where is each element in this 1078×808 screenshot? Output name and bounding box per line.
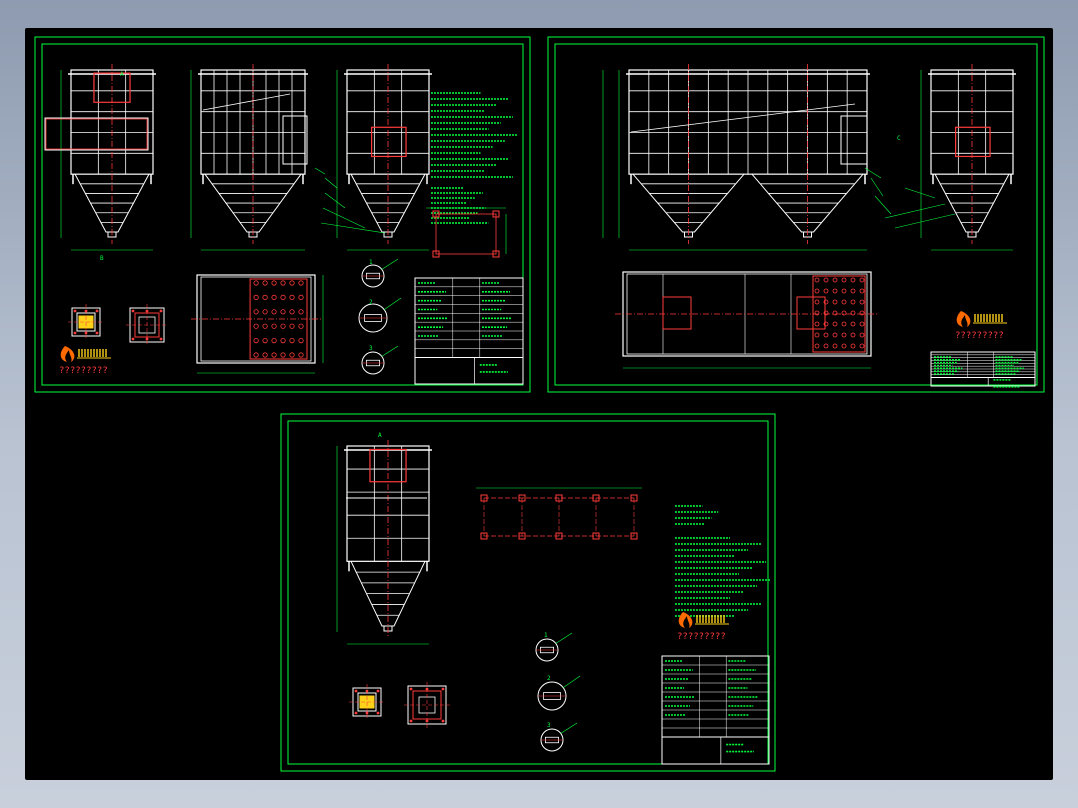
logo-caption: ????????? (677, 632, 726, 642)
circle-detail (361, 345, 399, 375)
circle-detail (535, 632, 573, 662)
section-marker: B (100, 255, 104, 262)
section-marker: 1 (369, 259, 373, 266)
drawing-sheet-2: ????????? C (547, 36, 1045, 393)
section-marker: 2 (369, 299, 373, 306)
collector-plan-long (615, 271, 879, 369)
company-logo: ????????? (955, 311, 1007, 341)
title-block (661, 655, 770, 765)
collector-elevation (190, 64, 308, 251)
logo-caption: ????????? (59, 366, 108, 376)
circle-detail (358, 297, 402, 333)
foundation-plan (426, 207, 507, 258)
collector-elevation (336, 64, 432, 251)
section-marker: A (120, 71, 124, 78)
drawing-sheet-1: ????????? A B 1 2 3 (34, 36, 531, 393)
collector-elevation (336, 440, 432, 645)
company-logo: ????????? (59, 346, 111, 376)
flame-icon (678, 612, 693, 628)
title-block (930, 351, 1036, 388)
section-marker: A (378, 432, 382, 439)
drawing-sheet-3: ????????? A 1 2 3 (280, 413, 776, 772)
collector-elevation (618, 64, 870, 251)
foundation-plan (476, 487, 642, 540)
detail-section (404, 682, 450, 728)
section-marker: C (897, 135, 901, 142)
circle-detail (537, 675, 581, 711)
collector-plan (191, 274, 324, 374)
collector-elevation (920, 64, 1016, 251)
detail-section (349, 684, 385, 720)
company-logo: ????????? (677, 612, 729, 642)
detail-section (68, 304, 104, 340)
section-marker: 1 (544, 632, 548, 639)
cad-canvas[interactable]: ????????? A B 1 2 3 ????????? C ????????? A 1 2 3 (25, 28, 1053, 780)
section-marker: 3 (369, 345, 373, 352)
collector-elevation (60, 64, 156, 251)
section-marker: 3 (547, 722, 551, 729)
circle-detail (361, 258, 399, 288)
title-block (414, 277, 524, 385)
section-marker: 2 (547, 675, 551, 682)
flame-icon (60, 346, 75, 362)
cad-drawing-viewport[interactable]: ????????? A B 1 2 3 ????????? C ????????? A 1 2 3 (25, 28, 1053, 780)
detail-section (126, 304, 168, 346)
logo-caption: ????????? (955, 331, 1004, 341)
flame-icon (956, 311, 971, 327)
